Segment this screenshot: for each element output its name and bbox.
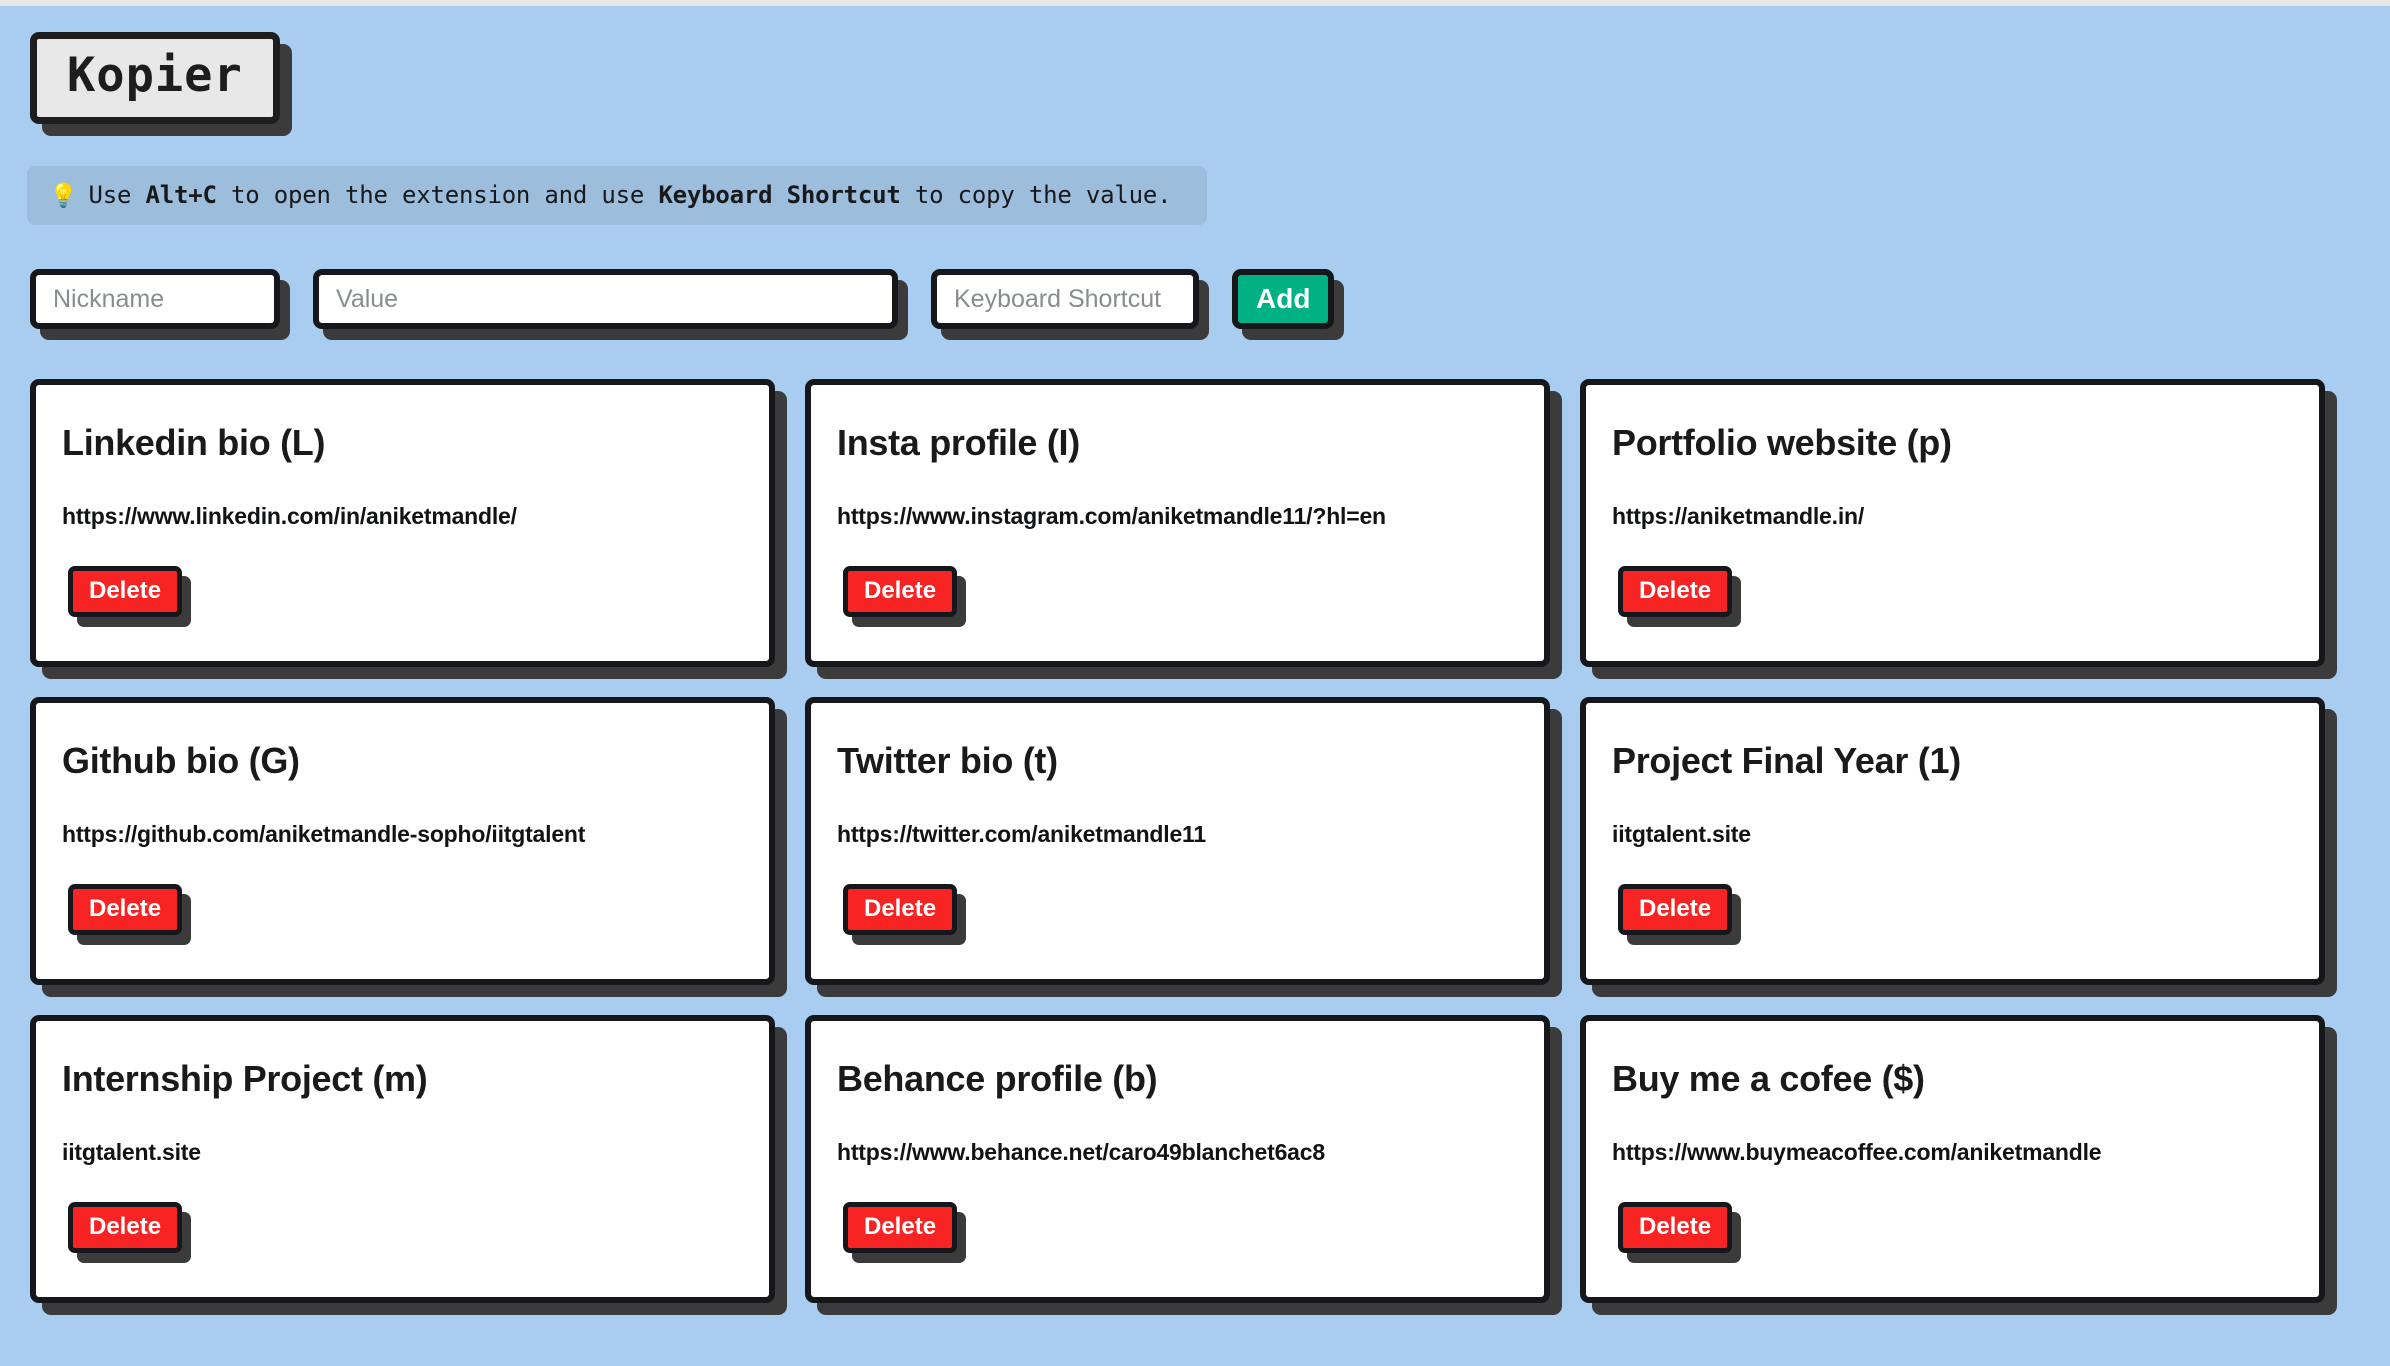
entry-card: Linkedin bio (L) https://www.linkedin.com…: [30, 379, 775, 668]
entry-card-grid: Linkedin bio (L) https://www.linkedin.com…: [30, 379, 2330, 1304]
entry-value: https://www.behance.net/caro49blanchet6a…: [837, 1139, 1325, 1166]
entry-title: Linkedin bio (L): [62, 422, 326, 464]
entry-title: Project Final Year (1): [1612, 740, 1961, 782]
delete-button[interactable]: Delete: [843, 1202, 958, 1254]
nickname-input[interactable]: [39, 277, 271, 322]
entry-card: Insta profile (I) https://www.instagram.c…: [805, 379, 1550, 668]
entry-card: Internship Project (m) iitgtalent.site Del…: [30, 1015, 775, 1304]
entry-value: https://www.linkedin.com/in/aniketmandle…: [62, 503, 517, 530]
entry-card: Behance profile (b) https://www.behance.n…: [805, 1015, 1550, 1304]
value-field-wrapper[interactable]: [313, 269, 898, 330]
entry-card: Portfolio website (p) https://aniketmandl…: [1580, 379, 2325, 668]
tip-shortcut-key: Alt+C: [145, 181, 217, 210]
delete-button[interactable]: Delete: [68, 884, 183, 936]
entry-title: Github bio (G): [62, 740, 300, 782]
entry-value: https://aniketmandle.in/: [1612, 503, 1865, 530]
entry-value: iitgtalent.site: [1612, 821, 1751, 848]
delete-button[interactable]: Delete: [843, 884, 958, 936]
add-entry-form: Add: [30, 269, 2390, 330]
delete-button[interactable]: Delete: [1618, 884, 1733, 936]
value-input[interactable]: [322, 277, 889, 322]
delete-button[interactable]: Delete: [68, 566, 183, 618]
delete-button[interactable]: Delete: [1618, 1202, 1733, 1254]
entry-title: Internship Project (m): [62, 1058, 428, 1100]
entry-card: Project Final Year (1) iitgtalent.site Del…: [1580, 697, 2325, 986]
tip-text-middle: to open the extension and use: [216, 181, 659, 210]
entry-card: Twitter bio (t) https://twitter.com/anike…: [805, 697, 1550, 986]
keyboard-shortcut-input[interactable]: [940, 277, 1190, 322]
entry-title: Portfolio website (p): [1612, 422, 1952, 464]
entry-value: https://www.buymeacoffee.com/aniketmandl…: [1612, 1139, 2102, 1166]
entry-value: iitgtalent.site: [62, 1139, 201, 1166]
entry-card: Github bio (G) https://github.com/aniketm…: [30, 697, 775, 986]
entry-value: https://github.com/aniketmandle-sopho/ii…: [62, 821, 586, 848]
tip-text-before: Use: [88, 181, 146, 210]
entry-card: Buy me a cofee ($) https://www.buymeacoff…: [1580, 1015, 2325, 1304]
delete-button[interactable]: Delete: [1618, 566, 1733, 618]
lightbulb-icon: 💡: [49, 183, 78, 210]
app-title: Kopier: [30, 32, 280, 125]
entry-title: Behance profile (b): [837, 1058, 1158, 1100]
entry-title: Twitter bio (t): [837, 740, 1058, 782]
entry-title: Buy me a cofee ($): [1612, 1058, 1925, 1100]
shortcut-field-wrapper[interactable]: [931, 269, 1199, 330]
delete-button[interactable]: Delete: [843, 566, 958, 618]
entry-value: https://www.instagram.com/aniketmandle11…: [837, 503, 1386, 530]
add-button[interactable]: Add: [1232, 269, 1335, 330]
nickname-field-wrapper[interactable]: [30, 269, 280, 330]
tip-text-after: to copy the value.: [900, 181, 1172, 210]
delete-button[interactable]: Delete: [68, 1202, 183, 1254]
tip-banner: 💡 Use Alt+C to open the extension and use…: [27, 166, 1207, 226]
entry-title: Insta profile (I): [837, 422, 1080, 464]
extension-page: Kopier 💡 Use Alt+C to open the extension …: [0, 6, 2390, 1366]
entry-value: https://twitter.com/aniketmandle11: [837, 821, 1206, 848]
tip-shortcut-label: Keyboard Shortcut: [658, 181, 901, 210]
header: Kopier: [0, 6, 2390, 125]
